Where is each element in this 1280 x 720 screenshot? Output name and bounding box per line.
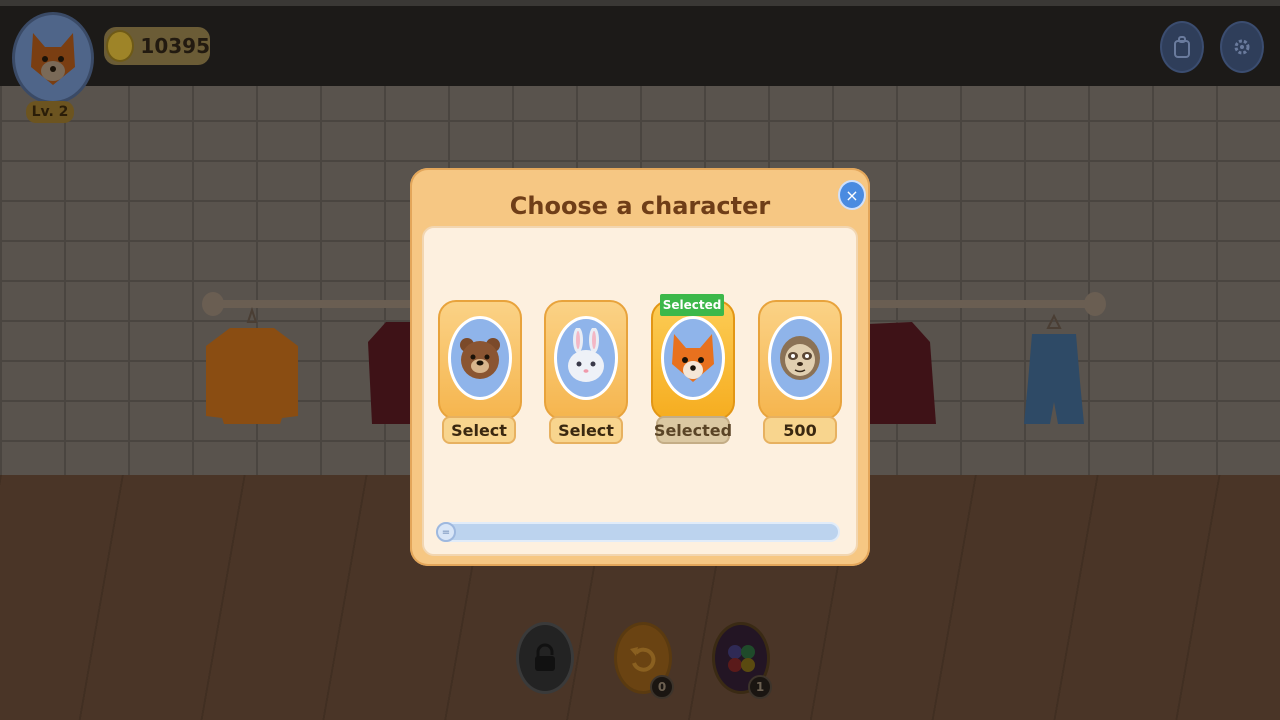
settings-button[interactable] bbox=[1220, 21, 1264, 73]
undo-icon bbox=[630, 647, 656, 672]
rabbit-icon bbox=[568, 328, 604, 382]
orange-sweater-item bbox=[206, 306, 298, 424]
fox-icon bbox=[672, 334, 714, 382]
scroll-handle-icon: = bbox=[441, 526, 451, 538]
character-card-bear[interactable] bbox=[438, 300, 522, 420]
scrollbar-handle[interactable]: = bbox=[436, 522, 456, 542]
lock-icon bbox=[535, 643, 555, 671]
close-button[interactable]: × bbox=[838, 180, 866, 210]
dark-red-sweater-item bbox=[368, 322, 416, 424]
player-avatar[interactable] bbox=[12, 12, 94, 104]
coin-amount: 10395 bbox=[140, 34, 210, 58]
select-button-rabbit[interactable]: Select bbox=[549, 416, 623, 444]
coin-icon bbox=[106, 30, 135, 62]
character-card-sloth[interactable] bbox=[758, 300, 842, 420]
character-select-dialog: Choose a character × Select Select Selec… bbox=[410, 168, 870, 566]
selected-button-fox[interactable]: Selected bbox=[654, 416, 732, 444]
bear-icon bbox=[460, 338, 500, 379]
character-card-fox[interactable] bbox=[651, 300, 735, 420]
coin-counter: 10395 bbox=[104, 27, 210, 65]
undo-count-badge: 0 bbox=[650, 675, 674, 699]
lock-button[interactable] bbox=[516, 622, 574, 694]
bear-portrait bbox=[448, 316, 512, 400]
fox-avatar-icon bbox=[31, 33, 75, 85]
rabbit-portrait bbox=[554, 316, 618, 400]
top-edge-strip bbox=[0, 0, 1280, 6]
booster-count-badge: 1 bbox=[748, 675, 772, 699]
selected-tag: Selected bbox=[660, 294, 724, 316]
buy-price-button-sloth[interactable]: 500 bbox=[763, 416, 837, 444]
sloth-icon bbox=[780, 336, 820, 380]
character-card-rabbit[interactable] bbox=[544, 300, 628, 420]
settings-icon bbox=[1234, 39, 1250, 55]
horizontal-scrollbar[interactable]: = bbox=[436, 522, 840, 542]
fox-portrait bbox=[661, 316, 725, 400]
backpack-icon bbox=[1174, 36, 1190, 58]
sloth-portrait bbox=[768, 316, 832, 400]
dialog-title: Choose a character bbox=[509, 192, 771, 220]
red-hoodie-item bbox=[868, 322, 936, 424]
booster-icon bbox=[728, 645, 755, 672]
close-icon: × bbox=[845, 185, 859, 205]
denim-overalls-item bbox=[1024, 313, 1084, 424]
select-button-bear[interactable]: Select bbox=[442, 416, 516, 444]
character-panel: Select Select Selected 500 = bbox=[422, 226, 858, 556]
clothes-rail-right bbox=[865, 300, 1095, 308]
level-badge: Lv. 2 bbox=[26, 101, 74, 123]
inventory-button[interactable] bbox=[1160, 21, 1204, 73]
